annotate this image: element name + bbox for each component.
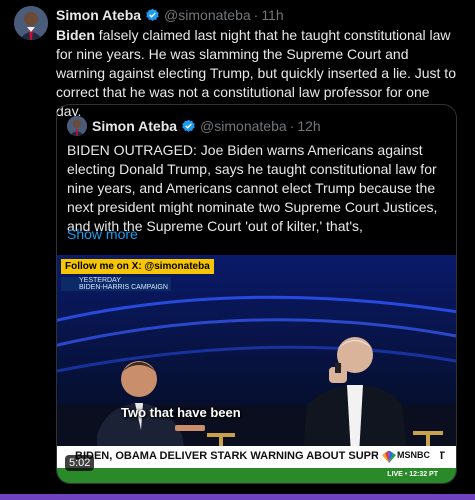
author-avatar[interactable] xyxy=(14,6,48,40)
quote-author-avatar[interactable] xyxy=(67,116,87,136)
campaign-label-line1: YESTERDAY xyxy=(79,277,121,284)
video-caption: Two that have been xyxy=(121,405,241,420)
campaign-label-line2: BIDEN-HARRIS CAMPAIGN xyxy=(79,284,168,291)
quote-header: Simon Ateba @simonateba · 12h xyxy=(67,116,321,136)
tweet-text-bold: Biden xyxy=(56,27,95,43)
quote-time[interactable]: 12h xyxy=(297,118,320,134)
follow-overlay: Follow me on X: @simonateba xyxy=(61,259,214,274)
campaign-label: YESTERDAY BIDEN-HARRIS CAMPAIGN xyxy=(61,277,171,291)
news-lower-third: BIDEN, OBAMA DELIVER STARK WARNING ABOUT… xyxy=(57,446,456,468)
verified-badge-icon xyxy=(145,8,160,23)
live-label: LIVE • 12:32 PT xyxy=(387,471,438,478)
network-logo: MSNBC xyxy=(378,446,440,468)
author-handle[interactable]: @simonateba xyxy=(164,7,251,23)
network-name: MSNBC xyxy=(397,450,430,460)
quote-verified-badge-icon xyxy=(181,119,196,134)
quote-author-handle[interactable]: @simonateba xyxy=(200,118,287,134)
tweet-time[interactable]: 11h xyxy=(261,7,283,23)
quote-separator: · xyxy=(289,118,295,134)
live-bar: LIVE • 12:32 PT xyxy=(57,468,456,483)
quoted-tweet[interactable]: Simon Ateba @simonateba · 12h BIDEN OUTR… xyxy=(56,104,457,484)
tweet[interactable]: Simon Ateba @simonateba · 11h Biden fals… xyxy=(0,0,475,492)
quote-text: BIDEN OUTRAGED: Joe Biden warns American… xyxy=(67,142,438,234)
peacock-icon xyxy=(382,451,396,463)
separator: · xyxy=(253,7,259,23)
video-player[interactable]: Follow me on X: @simonateba YESTERDAY BI… xyxy=(57,255,456,483)
video-duration: 5:02 xyxy=(65,455,95,471)
show-more-link[interactable]: Show more xyxy=(67,226,138,242)
quote-author-name[interactable]: Simon Ateba xyxy=(92,118,177,134)
tweet-header: Simon Ateba @simonateba · 11h xyxy=(56,6,456,24)
bottom-accent-bar xyxy=(0,494,475,500)
author-name[interactable]: Simon Ateba xyxy=(56,7,141,23)
